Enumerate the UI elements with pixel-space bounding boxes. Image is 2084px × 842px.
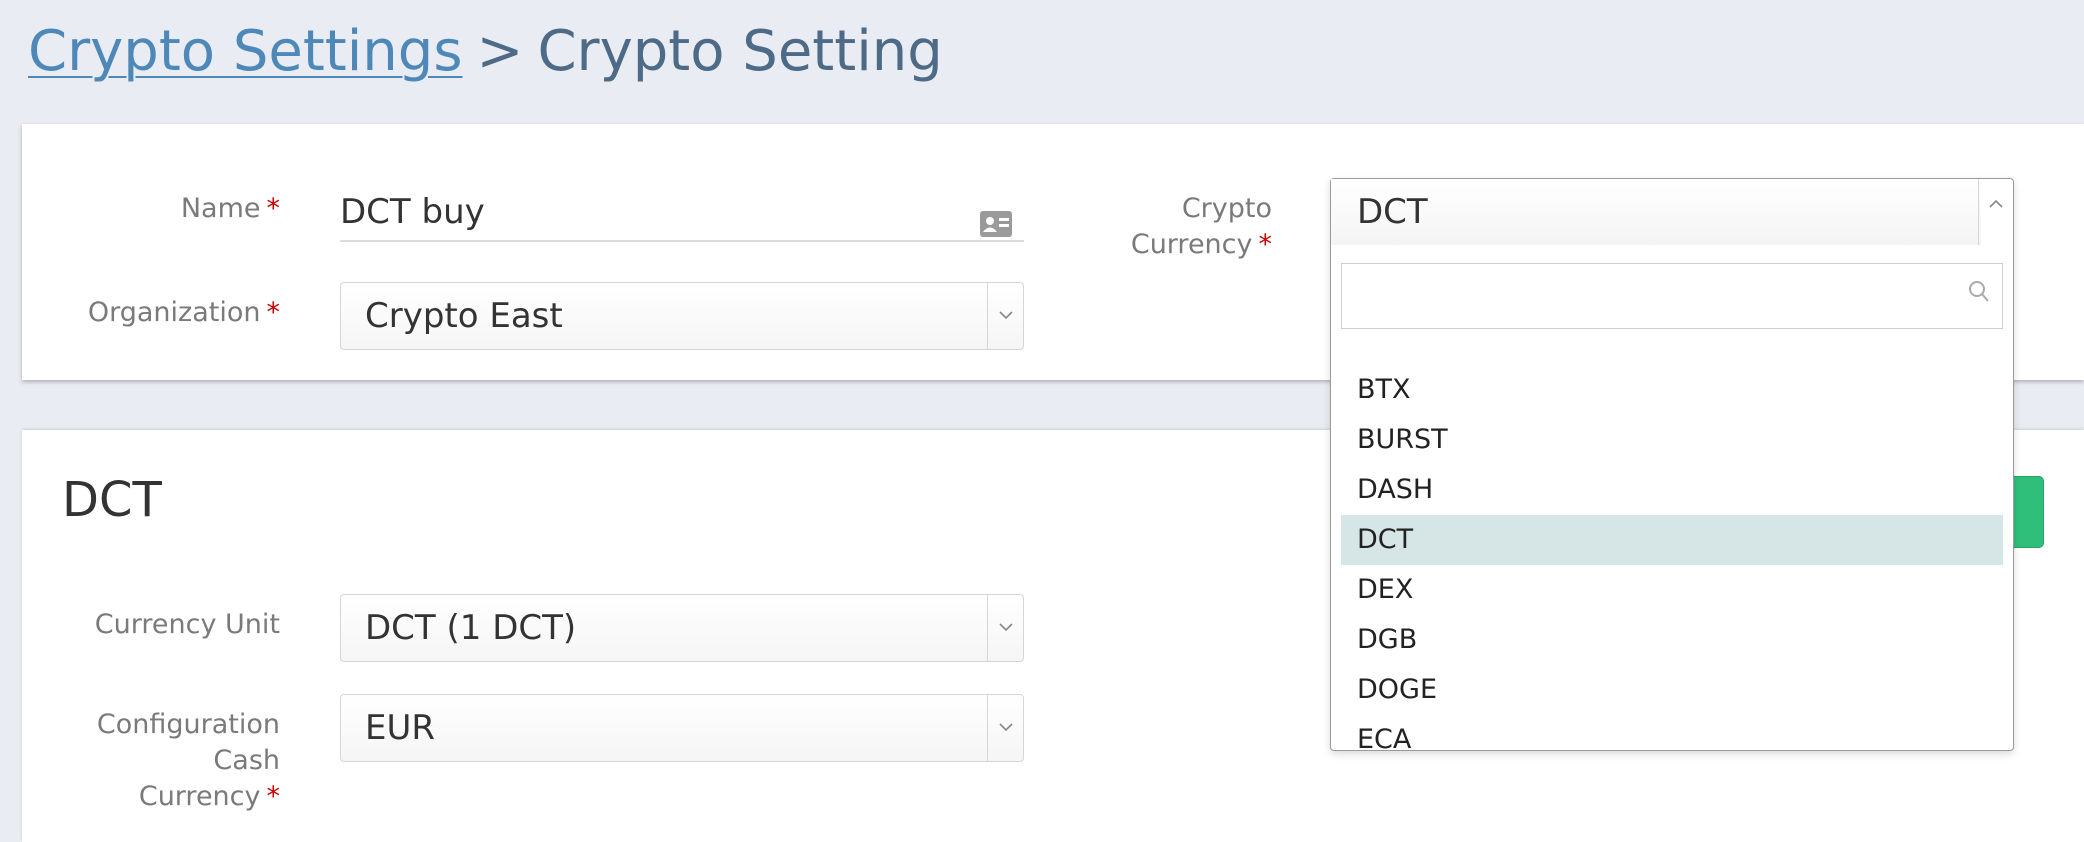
config-cash-currency-select[interactable]: EUR (340, 694, 1024, 762)
dropdown-search-input[interactable] (1342, 264, 1954, 326)
currency-unit-label-text: Currency Unit (94, 609, 280, 640)
dropdown-option-btx[interactable]: BTX (1341, 365, 2003, 415)
required-mark: * (266, 781, 281, 812)
currency-unit-label: Currency Unit (60, 607, 280, 643)
name-input[interactable]: DCT buy (340, 182, 1024, 242)
required-mark: * (1258, 229, 1273, 260)
config-cash-label-line2: Cash (213, 745, 280, 776)
config-cash-currency-label: Configuration Cash Currency * (60, 707, 280, 815)
breadcrumb-separator: > (476, 19, 524, 84)
breadcrumb: Crypto Settings > Crypto Setting (28, 14, 943, 90)
crypto-currency-select[interactable]: DCT (1331, 179, 1981, 245)
required-mark: * (266, 297, 281, 328)
organization-select-value: Crypto East (365, 296, 563, 336)
page-title: Crypto Setting (537, 19, 943, 84)
dropdown-option-dgb[interactable]: DGB (1341, 615, 2003, 665)
dropdown-search-field[interactable] (1341, 263, 2003, 329)
dropdown-option-eca[interactable]: ECA (1341, 715, 2003, 765)
currency-unit-select[interactable]: DCT (1 DCT) (340, 594, 1024, 662)
config-cash-label-line3: Currency (138, 781, 261, 812)
chevron-down-icon[interactable] (987, 695, 1023, 761)
crypto-currency-selected-value: DCT (1357, 192, 1428, 232)
organization-select[interactable]: Crypto East (340, 282, 1024, 350)
dropdown-option-dash[interactable]: DASH (1341, 465, 2003, 515)
dropdown-option-doge[interactable]: DOGE (1341, 665, 2003, 715)
breadcrumb-link-crypto-settings[interactable]: Crypto Settings (28, 19, 463, 84)
section-title: DCT (62, 472, 162, 528)
dropdown-option-burst[interactable]: BURST (1341, 415, 2003, 465)
dropdown-option-dct[interactable]: DCT (1341, 515, 2003, 565)
chevron-up-icon[interactable] (1978, 179, 2013, 245)
name-label-text: Name (180, 193, 261, 224)
currency-unit-select-value: DCT (1 DCT) (365, 608, 577, 648)
contact-card-icon[interactable] (980, 196, 1012, 237)
chevron-down-icon[interactable] (987, 283, 1023, 349)
crypto-currency-label-line2: Currency (1130, 229, 1253, 260)
dropdown-option-dex[interactable]: DEX (1341, 565, 2003, 615)
crypto-currency-label-line1: Crypto (1181, 193, 1272, 224)
required-mark: * (266, 193, 281, 224)
config-cash-currency-select-value: EUR (365, 708, 435, 748)
crypto-currency-label: Crypto Currency * (1100, 191, 1272, 263)
organization-label: Organization * (60, 295, 280, 331)
name-input-value: DCT buy (340, 192, 485, 232)
name-label: Name * (90, 191, 280, 227)
crypto-currency-dropdown[interactable]: DCT BTX BURST DASH DCT DEX DGB DOGE ECA (1330, 178, 2014, 755)
chevron-down-icon[interactable] (987, 595, 1023, 661)
organization-label-text: Organization (87, 297, 261, 328)
config-cash-label-line1: Configuration (96, 709, 280, 740)
search-icon (1968, 280, 1990, 308)
add-button[interactable] (2010, 476, 2044, 548)
